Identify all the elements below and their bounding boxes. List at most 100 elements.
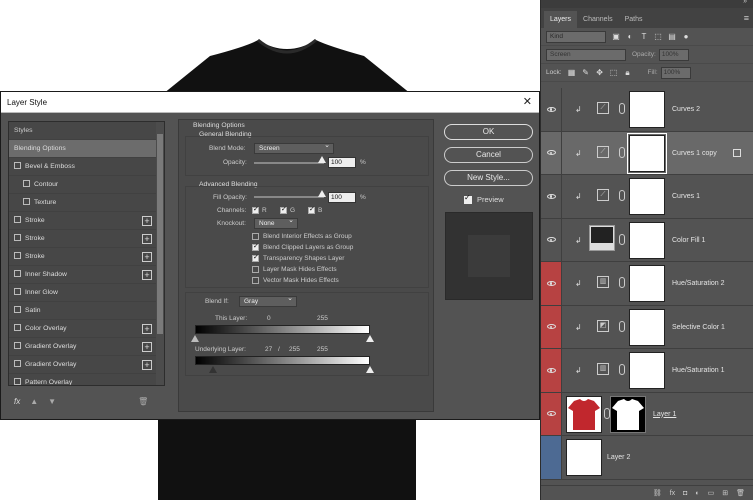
- layer-name[interactable]: Curves 1 copy: [672, 150, 717, 157]
- layer-mask-thumbnail[interactable]: [629, 221, 665, 259]
- channel-g-checkbox[interactable]: [280, 205, 287, 214]
- visibility-toggle[interactable]: [541, 305, 562, 348]
- fx-icon[interactable]: fx: [14, 397, 20, 406]
- link-icon[interactable]: [619, 103, 625, 114]
- visibility-toggle[interactable]: [541, 88, 562, 131]
- this-layer-black-knob[interactable]: [191, 335, 199, 342]
- checkbox[interactable]: [23, 198, 30, 205]
- add-effect-button[interactable]: +: [142, 342, 152, 352]
- styles-item[interactable]: Gradient Overlay +: [9, 356, 164, 374]
- channel-r-checkbox[interactable]: [252, 205, 259, 214]
- new-style-button[interactable]: New Style...: [444, 170, 533, 186]
- scroll-thumb[interactable]: [157, 134, 163, 334]
- lock-artboard-icon[interactable]: ⬚: [610, 68, 618, 77]
- styles-item[interactable]: Inner Glow: [9, 284, 164, 302]
- checkbox[interactable]: [14, 306, 21, 313]
- checkbox[interactable]: [14, 324, 21, 331]
- layer-name[interactable]: Layer 2: [607, 454, 630, 461]
- blend-if-select[interactable]: Gray: [239, 294, 297, 307]
- opacity-slider[interactable]: [254, 162, 324, 164]
- underlying-black-knob[interactable]: [209, 366, 217, 373]
- layer-mask-thumbnail[interactable]: [610, 395, 646, 433]
- smart-filter-icon[interactable]: ▤: [668, 32, 676, 41]
- layer-row[interactable]: ↲ ⟋ Curves 1 copy: [541, 131, 753, 175]
- blend-interior-checkbox[interactable]: [252, 233, 259, 240]
- underlying-white-knob[interactable]: [366, 366, 374, 373]
- fill-opacity-field[interactable]: 100: [328, 192, 356, 203]
- filter-toggle-icon[interactable]: ●: [682, 32, 690, 41]
- add-effect-button[interactable]: +: [142, 252, 152, 262]
- link-icon[interactable]: [619, 146, 625, 158]
- link-icon[interactable]: [619, 320, 625, 332]
- shape-filter-icon[interactable]: ⬚: [654, 32, 662, 41]
- link-icon[interactable]: [619, 277, 625, 288]
- new-layer-icon[interactable]: ⊞: [722, 489, 728, 497]
- add-effect-button[interactable]: +: [142, 216, 152, 226]
- lock-pixels-icon[interactable]: ✎: [582, 68, 590, 77]
- add-effect-button[interactable]: +: [142, 234, 152, 244]
- checkbox[interactable]: [23, 180, 30, 187]
- styles-item[interactable]: Stroke +: [9, 230, 164, 248]
- link-icon[interactable]: [619, 364, 625, 375]
- layer-opacity-field[interactable]: 100%: [658, 48, 689, 61]
- styles-item[interactable]: Texture: [9, 194, 164, 212]
- checkbox[interactable]: [14, 252, 21, 259]
- checkbox[interactable]: [14, 216, 21, 223]
- layer-mask-thumbnail[interactable]: [629, 308, 665, 346]
- this-layer-gradient[interactable]: [195, 325, 370, 334]
- type-filter-icon[interactable]: T: [640, 32, 648, 41]
- channel-b-checkbox[interactable]: [308, 205, 315, 214]
- add-mask-icon[interactable]: ◘: [683, 490, 687, 497]
- layer-row[interactable]: ↲ ◩ Selective Color 1: [541, 305, 753, 349]
- color-fill-icon[interactable]: [589, 224, 615, 251]
- visibility-toggle[interactable]: [541, 392, 562, 435]
- visibility-toggle[interactable]: [541, 349, 562, 392]
- vector-mask-hides-checkbox[interactable]: [252, 277, 259, 284]
- link-icon[interactable]: [619, 233, 625, 245]
- lock-transparent-icon[interactable]: ▦: [568, 68, 576, 77]
- styles-item[interactable]: Styles: [9, 122, 164, 140]
- visibility-toggle[interactable]: [541, 436, 562, 479]
- layer-name[interactable]: Curves 1: [672, 193, 700, 200]
- lock-position-icon[interactable]: ✥: [596, 68, 604, 77]
- link-layers-icon[interactable]: ⛓: [653, 489, 662, 497]
- layer-mask-thumbnail[interactable]: [629, 91, 665, 128]
- layer-mask-thumbnail[interactable]: [629, 352, 665, 389]
- layer-row[interactable]: ↲ Color Fill 1: [541, 218, 753, 262]
- cancel-button[interactable]: Cancel: [444, 147, 533, 163]
- link-icon[interactable]: [619, 190, 625, 201]
- layer-thumbnail[interactable]: [566, 395, 602, 433]
- styles-item[interactable]: Color Overlay +: [9, 320, 164, 338]
- checkbox[interactable]: [14, 342, 21, 349]
- visibility-toggle[interactable]: [541, 262, 562, 305]
- visibility-toggle[interactable]: [541, 218, 562, 261]
- visibility-toggle[interactable]: [541, 175, 562, 218]
- underlying-layer-gradient[interactable]: [195, 356, 370, 365]
- opacity-field[interactable]: 100: [328, 157, 356, 168]
- knockout-select[interactable]: None: [254, 216, 298, 229]
- blend-mode-select[interactable]: Screen: [254, 141, 334, 154]
- styles-item[interactable]: Gradient Overlay +: [9, 338, 164, 356]
- close-icon[interactable]: ✕: [523, 92, 532, 113]
- preview-checkbox[interactable]: [464, 193, 472, 204]
- checkbox[interactable]: [14, 270, 21, 277]
- panel-menu-icon[interactable]: ≡: [744, 13, 749, 23]
- add-effect-button[interactable]: +: [142, 324, 152, 334]
- layer-mask-thumbnail[interactable]: [627, 132, 667, 174]
- layer-name[interactable]: Hue/Saturation 2: [672, 280, 725, 287]
- layer-row[interactable]: ↲ ▥ Hue/Saturation 2: [541, 262, 753, 306]
- checkbox[interactable]: [14, 288, 21, 295]
- pixel-filter-icon[interactable]: ▣: [612, 32, 620, 41]
- blend-clipped-checkbox[interactable]: [252, 242, 259, 251]
- collapse-icon[interactable]: »: [743, 0, 747, 5]
- checkbox[interactable]: [14, 234, 21, 241]
- layer-mask-thumbnail[interactable]: [629, 178, 665, 215]
- layer-row[interactable]: ↲ ▥ Hue/Saturation 1: [541, 349, 753, 393]
- layer-thumbnail[interactable]: [566, 439, 602, 476]
- styles-item[interactable]: Inner Shadow +: [9, 266, 164, 284]
- styles-scrollbar[interactable]: [156, 122, 164, 385]
- layer-name[interactable]: Selective Color 1: [672, 324, 725, 331]
- layer-row[interactable]: Layer 2: [541, 436, 753, 480]
- layer-name[interactable]: Curves 2: [672, 106, 700, 113]
- kind-filter-select[interactable]: Kind: [546, 30, 606, 43]
